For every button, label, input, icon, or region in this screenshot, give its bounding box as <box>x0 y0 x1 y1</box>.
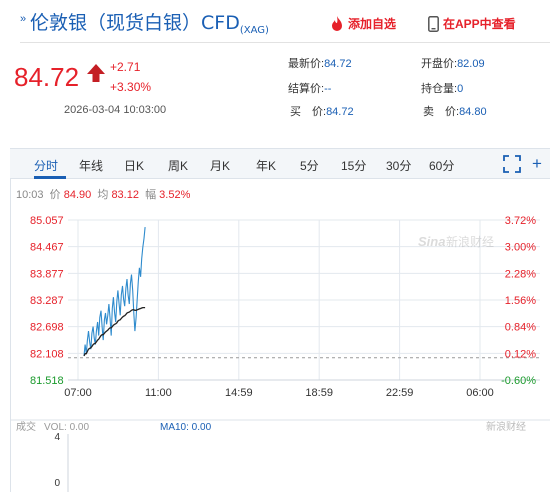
quote-datetime: 2026-03-04 10:03:00 <box>64 104 167 116</box>
tab-60min[interactable]: 60分 <box>429 157 454 174</box>
volume-watermark: 新浪财经 <box>486 420 526 433</box>
y-axis-ticks: 85.057 84.467 83.877 83.287 82.698 82.108 81.5… <box>30 215 64 387</box>
stat-open-interest: 持仓量:0 <box>421 80 463 96</box>
price-change: +2.71 <box>110 60 141 74</box>
volume-tick-label: 4 <box>54 432 60 443</box>
pct-tick-label: 3.72% <box>505 215 536 227</box>
active-tab-indicator <box>34 176 66 179</box>
y-tick-label: 84.467 <box>30 242 64 254</box>
add-indicator-icon[interactable]: + <box>532 154 542 174</box>
x-tick-label: 07:00 <box>64 387 92 399</box>
y-tick-label: 85.057 <box>30 215 64 227</box>
volume-label: 成交 <box>16 420 36 433</box>
open-app-label: 在APP中查看 <box>443 17 516 31</box>
pct-tick-label: 3.00% <box>505 242 536 254</box>
open-app-button[interactable]: 在APP中查看 <box>428 15 516 32</box>
y-tick-label: 81.518 <box>30 375 64 387</box>
tab-weekly-k[interactable]: 周K <box>168 157 188 174</box>
page-title: 伦敦银（现货白银）CFD(XAG) <box>30 8 269 36</box>
tab-intraday[interactable]: 分时 <box>34 157 58 174</box>
stat-label: 开盘价: <box>421 58 458 70</box>
stat-value: 84.80 <box>459 106 487 118</box>
stat-bid: 买 价:84.72 <box>290 103 354 119</box>
volume-tick-label: 0 <box>54 478 60 489</box>
x-axis-ticks: 07:00 11:00 14:59 18:59 22:59 06:00 <box>64 387 494 399</box>
stat-label: 卖 价: <box>423 106 460 118</box>
stat-value: 84.72 <box>326 106 354 118</box>
tab-daily-k[interactable]: 日K <box>124 157 144 174</box>
y-tick-label: 83.287 <box>30 295 64 307</box>
watermark-logo-sina: Sina <box>418 234 445 249</box>
x-tick-label: 18:59 <box>305 387 333 399</box>
stat-ask: 卖 价:84.80 <box>423 103 487 119</box>
stat-open: 开盘价:82.09 <box>421 55 485 71</box>
volume-ticks: 40 <box>54 432 69 492</box>
pct-tick-label: -0.60% <box>501 375 536 387</box>
pct-axis-ticks: 3.72% 3.00% 2.28% 1.56% 0.84% 0.12% -0.60% <box>501 215 536 387</box>
tab-30min[interactable]: 30分 <box>386 157 411 174</box>
stat-label: 最新价: <box>288 58 325 70</box>
tab-5min[interactable]: 5分 <box>300 157 319 174</box>
pct-tick-label: 2.28% <box>505 268 536 280</box>
tab-monthly-k[interactable]: 月K <box>210 157 230 174</box>
tab-15min[interactable]: 15分 <box>341 157 366 174</box>
stat-settlement: 结算价:-- <box>288 80 331 96</box>
pct-tick-label: 0.84% <box>505 322 536 334</box>
y-tick-label: 82.698 <box>30 322 64 334</box>
x-tick-label: 11:00 <box>145 387 172 399</box>
header-divider <box>20 42 550 43</box>
tab-year-line[interactable]: 年线 <box>79 157 103 174</box>
header: » 伦敦银（现货白银）CFD(XAG) 添加自选 在APP中查看 <box>0 0 550 40</box>
double-chevron-right-icon: » <box>20 13 27 25</box>
phone-icon <box>428 15 439 32</box>
x-tick-label: 06:00 <box>466 387 494 399</box>
instrument-code: (XAG) <box>239 25 269 36</box>
stat-label: 结算价: <box>288 83 325 95</box>
price-change-pct: +3.30% <box>110 80 152 94</box>
volume-value: VOL: 0.00 <box>44 422 89 433</box>
ma10-value: MA10: 0.00 <box>160 422 212 433</box>
chart-tabs: 分时 年线 日K 周K 月K 年K 5分 15分 30分 60分 <box>10 149 550 179</box>
stat-latest: 最新价:84.72 <box>288 55 352 71</box>
x-tick-label: 14:59 <box>225 387 253 399</box>
x-tick-label: 22:59 <box>386 387 414 399</box>
stat-label: 买 价: <box>290 106 327 118</box>
page-title-text: 伦敦银（现货白银）CFD <box>30 12 240 34</box>
flame-icon <box>332 15 342 31</box>
add-favorite-label: 添加自选 <box>348 17 397 31</box>
stat-value: 84.72 <box>324 58 352 70</box>
stat-value: -- <box>324 83 332 95</box>
y-tick-label: 83.877 <box>30 268 64 280</box>
stat-value: 0 <box>457 83 464 95</box>
tab-yearly-k[interactable]: 年K <box>256 157 276 174</box>
watermark-logo: Sina 新浪财经 <box>418 234 494 249</box>
add-favorite-button[interactable]: 添加自选 <box>330 15 396 32</box>
pct-tick-label: 0.12% <box>505 348 536 360</box>
up-arrow-icon <box>87 64 105 82</box>
watermark-text: 新浪财经 <box>446 234 494 249</box>
fullscreen-icon[interactable] <box>503 155 521 173</box>
pct-tick-label: 1.56% <box>505 295 536 307</box>
intraday-chart[interactable]: 85.057 84.467 83.877 83.287 82.698 82.108 81.5… <box>0 200 550 492</box>
stat-value: 82.09 <box>457 58 485 70</box>
y-tick-label: 82.108 <box>30 348 64 360</box>
last-price: 84.72 <box>14 62 80 92</box>
stat-label: 持仓量: <box>421 83 458 95</box>
